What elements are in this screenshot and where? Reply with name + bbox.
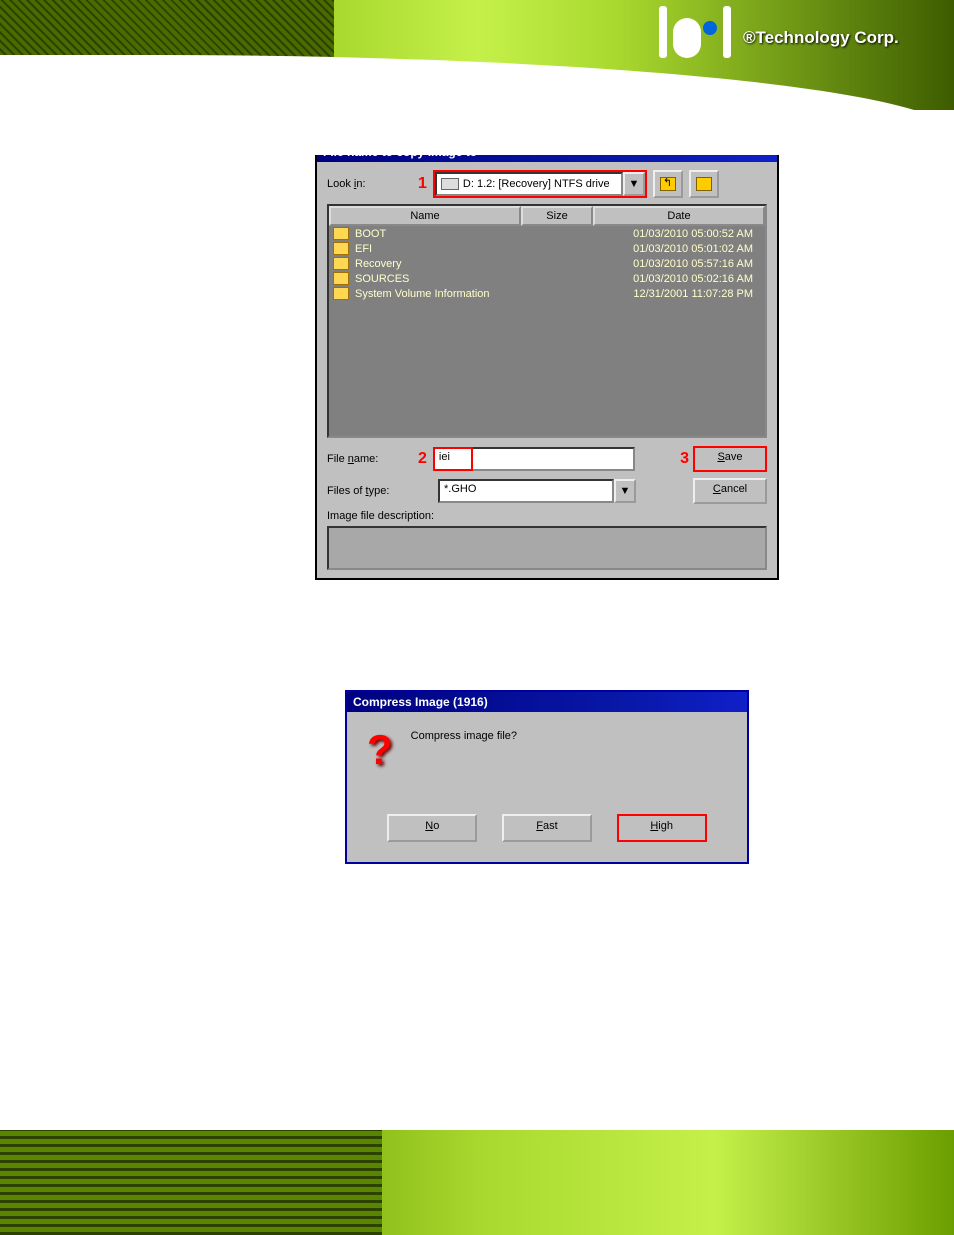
filetype-label: Files of type: xyxy=(327,485,412,497)
file-name: Recovery xyxy=(355,258,555,270)
file-name: SOURCES xyxy=(355,273,555,285)
drive-dropdown-button[interactable]: ▼ xyxy=(623,172,645,196)
new-folder-button[interactable] xyxy=(689,170,719,198)
header-size[interactable]: Size xyxy=(521,206,593,226)
file-name: System Volume Information xyxy=(355,288,555,300)
new-folder-icon xyxy=(696,177,712,191)
file-name: BOOT xyxy=(355,228,555,240)
content-area: File name to copy image to Look in: 1 D:… xyxy=(0,110,954,864)
list-item[interactable]: EFI 01/03/2010 05:01:02 AM xyxy=(329,241,765,256)
drive-text: D: 1.2: [Recovery] NTFS drive xyxy=(463,178,610,190)
button-row: No Fast High xyxy=(367,814,727,842)
file-rows: BOOT 01/03/2010 05:00:52 AM EFI 01/03/2010… xyxy=(329,226,765,301)
cancel-button[interactable]: Cancel xyxy=(693,478,767,504)
file-name: EFI xyxy=(355,243,555,255)
lookin-label: Look in: xyxy=(327,178,412,190)
filename-input-highlight[interactable]: iei xyxy=(433,447,473,471)
folder-icon xyxy=(333,287,349,300)
logo-dot-icon xyxy=(703,21,717,35)
up-folder-button[interactable] xyxy=(653,170,683,198)
drive-combo[interactable]: D: 1.2: [Recovery] NTFS drive ▼ xyxy=(433,170,647,198)
high-button[interactable]: High xyxy=(617,814,707,842)
filetype-dropdown-button[interactable]: ▼ xyxy=(614,479,636,503)
list-item[interactable]: Recovery 01/03/2010 05:57:16 AM xyxy=(329,256,765,271)
desc-label: Image file description: xyxy=(327,510,767,522)
file-date: 12/31/2001 11:07:28 PM xyxy=(633,288,761,300)
compress-dialog: Compress Image (1916) ? Compress image f… xyxy=(345,690,749,864)
folder-icon xyxy=(333,272,349,285)
dialog2-body: ? Compress image file? No Fast High xyxy=(347,712,747,862)
list-item[interactable]: SOURCES 01/03/2010 05:02:16 AM xyxy=(329,271,765,286)
drive-icon xyxy=(441,178,459,190)
dialog1-body: Look in: 1 D: 1.2: [Recovery] NTFS drive… xyxy=(317,162,777,578)
logo: ®Technology Corp. xyxy=(659,8,919,68)
filename-input[interactable] xyxy=(473,447,635,471)
logo-letter-i2 xyxy=(723,18,731,58)
bottom-banner xyxy=(0,1130,954,1235)
lookin-row: Look in: 1 D: 1.2: [Recovery] NTFS drive… xyxy=(327,170,767,198)
up-folder-icon xyxy=(660,177,676,191)
filetype-combo[interactable]: *.GHO xyxy=(438,479,614,503)
file-list[interactable]: Name Size Date BOOT 01/03/2010 05:00:52 A… xyxy=(327,204,767,438)
description-input[interactable] xyxy=(327,526,767,570)
marker-2: 2 xyxy=(418,450,427,468)
marker-3: 3 xyxy=(680,450,689,468)
logo-letter-i1 xyxy=(659,18,667,58)
fast-button[interactable]: Fast xyxy=(502,814,592,842)
message-row: ? Compress image file? xyxy=(367,726,727,774)
folder-icon xyxy=(333,227,349,240)
file-date: 01/03/2010 05:00:52 AM xyxy=(633,228,761,240)
file-date: 01/03/2010 05:02:16 AM xyxy=(633,273,761,285)
no-button[interactable]: No xyxy=(387,814,477,842)
dialog2-titlebar: Compress Image (1916) xyxy=(347,692,747,712)
list-item[interactable]: System Volume Information 12/31/2001 11:0… xyxy=(329,286,765,301)
file-save-dialog: File name to copy image to Look in: 1 D:… xyxy=(315,140,779,580)
file-list-header: Name Size Date xyxy=(329,206,765,226)
logo-letter-e xyxy=(673,18,701,58)
filetype-row: Files of type: *.GHO ▼ Cancel xyxy=(327,478,767,504)
compress-message: Compress image file? xyxy=(411,726,517,742)
marker-1: 1 xyxy=(418,175,427,193)
header-date[interactable]: Date xyxy=(593,206,765,226)
file-date: 01/03/2010 05:01:02 AM xyxy=(633,243,761,255)
filename-row: File name: 2 iei 3 Save xyxy=(327,446,767,472)
folder-icon xyxy=(333,257,349,270)
drive-combo-inner: D: 1.2: [Recovery] NTFS drive xyxy=(435,172,623,196)
question-icon: ? xyxy=(367,726,393,774)
page: ®Technology Corp. File name to copy imag… xyxy=(0,0,954,1235)
list-item[interactable]: BOOT 01/03/2010 05:00:52 AM xyxy=(329,226,765,241)
file-date: 01/03/2010 05:57:16 AM xyxy=(633,258,761,270)
filename-label: File name: xyxy=(327,453,412,465)
header-name[interactable]: Name xyxy=(329,206,521,226)
save-button[interactable]: Save xyxy=(693,446,767,472)
tagline: ®Technology Corp. xyxy=(743,28,899,48)
folder-icon xyxy=(333,242,349,255)
